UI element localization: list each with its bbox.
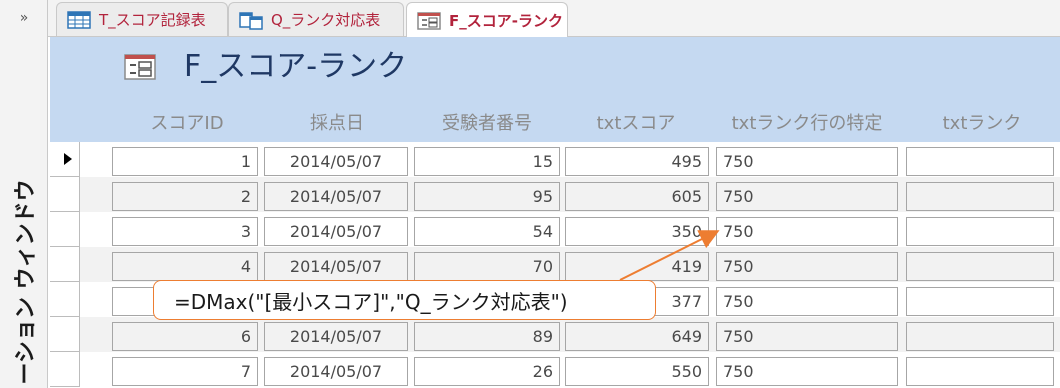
examinee-number-field[interactable]: 70 [414, 252, 560, 281]
txt-rank-row-field[interactable]: 750 [716, 322, 898, 351]
record-selector[interactable] [50, 142, 80, 177]
table-row: 3 2014/05/07 54 350 750 [50, 212, 1060, 247]
navigation-pane[interactable]: » ーション ウィンドウ [0, 0, 48, 388]
record-selector[interactable] [50, 317, 80, 352]
grading-date-field[interactable]: 2014/05/07 [264, 357, 408, 386]
record-selector[interactable] [50, 352, 80, 387]
tab-q-rank-table[interactable]: Q_ランク対応表 [228, 2, 404, 36]
score-id-field[interactable]: 1 [112, 147, 258, 176]
txt-score-field[interactable]: 419 [565, 252, 709, 281]
examinee-number-field[interactable]: 26 [414, 357, 560, 386]
column-header-examinee-number: 受験者番号 [442, 113, 532, 134]
txt-score-field[interactable]: 495 [565, 147, 709, 176]
column-header-txt-rank: txtランク [942, 113, 1022, 134]
formula-callout: =DMax("[最小スコア]","Q_ランク対応表") [153, 280, 656, 320]
tab-label: Q_ランク対応表 [271, 11, 381, 29]
txt-score-field[interactable]: 550 [565, 357, 709, 386]
grading-date-field[interactable]: 2014/05/07 [264, 147, 408, 176]
table-row: 2 2014/05/07 95 605 750 [50, 177, 1060, 212]
txt-rank-field[interactable] [906, 357, 1054, 386]
score-id-field[interactable]: 4 [112, 252, 258, 281]
record-selector[interactable] [50, 247, 80, 282]
tab-label: T_スコア記録表 [99, 11, 206, 29]
nav-pane-toggle-button[interactable]: » [0, 0, 48, 36]
form-icon [417, 11, 441, 31]
txt-rank-row-field[interactable]: 750 [716, 147, 898, 176]
examinee-number-field[interactable]: 15 [414, 147, 560, 176]
table-icon [67, 10, 91, 30]
callout-text: =DMax("[最小スコア]","Q_ランク対応表") [174, 289, 568, 314]
record-selector[interactable] [50, 212, 80, 247]
txt-score-field[interactable]: 649 [565, 322, 709, 351]
score-id-field[interactable]: 2 [112, 182, 258, 211]
document-tab-strip: T_スコア記録表 Q_ランク対応表 F_スコア-ランク [48, 0, 1060, 38]
txt-rank-field[interactable] [906, 147, 1054, 176]
grading-date-field[interactable]: 2014/05/07 [264, 217, 408, 246]
column-header-txt-score: txtスコア [596, 113, 676, 134]
txt-rank-field[interactable] [906, 252, 1054, 281]
txt-rank-row-field[interactable]: 750 [716, 287, 898, 316]
grading-date-field[interactable]: 2014/05/07 [264, 322, 408, 351]
record-selector[interactable] [50, 282, 80, 317]
txt-rank-row-field[interactable]: 750 [716, 182, 898, 211]
form-icon [124, 53, 156, 81]
examinee-number-field[interactable]: 89 [414, 322, 560, 351]
txt-rank-field[interactable] [906, 217, 1054, 246]
nav-pane-label-text: ーション ウィンドウ [14, 179, 40, 385]
txt-rank-field[interactable] [906, 287, 1054, 316]
tab-label: F_スコア-ランク [449, 12, 563, 30]
txt-score-field[interactable]: 350 [565, 217, 709, 246]
score-id-field[interactable]: 7 [112, 357, 258, 386]
txt-rank-row-field[interactable]: 750 [716, 357, 898, 386]
nav-pane-label[interactable]: ーション ウィンドウ [0, 176, 48, 388]
score-id-field[interactable]: 3 [112, 217, 258, 246]
txt-rank-field[interactable] [906, 322, 1054, 351]
table-row: 6 2014/05/07 89 649 750 [50, 317, 1060, 352]
txt-rank-field[interactable] [906, 182, 1054, 211]
column-header-txt-rank-row: txtランク行の特定 [731, 113, 883, 134]
txt-score-field[interactable]: 605 [565, 182, 709, 211]
score-id-field[interactable]: 6 [112, 322, 258, 351]
table-row: 4 2014/05/07 70 419 750 [50, 247, 1060, 282]
txt-rank-row-field[interactable]: 750 [716, 217, 898, 246]
form-header: F_スコア-ランク スコアID 採点日 受験者番号 txtスコア txtランク行… [50, 37, 1060, 142]
examinee-number-field[interactable]: 95 [414, 182, 560, 211]
examinee-number-field[interactable]: 54 [414, 217, 560, 246]
column-header-grading-date: 採点日 [310, 113, 364, 134]
tab-f-score-rank[interactable]: F_スコア-ランク [406, 2, 568, 38]
tab-t-score-table[interactable]: T_スコア記録表 [56, 2, 228, 36]
txt-rank-row-field[interactable]: 750 [716, 252, 898, 281]
form-title: F_スコア-ランク [184, 49, 408, 84]
record-selector[interactable] [50, 177, 80, 212]
query-icon [239, 10, 263, 30]
table-row: 1 2014/05/07 15 495 750 [50, 142, 1060, 177]
form-view: F_スコア-ランク スコアID 採点日 受験者番号 txtスコア txtランク行… [50, 37, 1060, 388]
table-row: 7 2014/05/07 26 550 750 [50, 352, 1060, 387]
grading-date-field[interactable]: 2014/05/07 [264, 182, 408, 211]
column-header-score-id: スコアID [150, 113, 224, 134]
grading-date-field[interactable]: 2014/05/07 [264, 252, 408, 281]
